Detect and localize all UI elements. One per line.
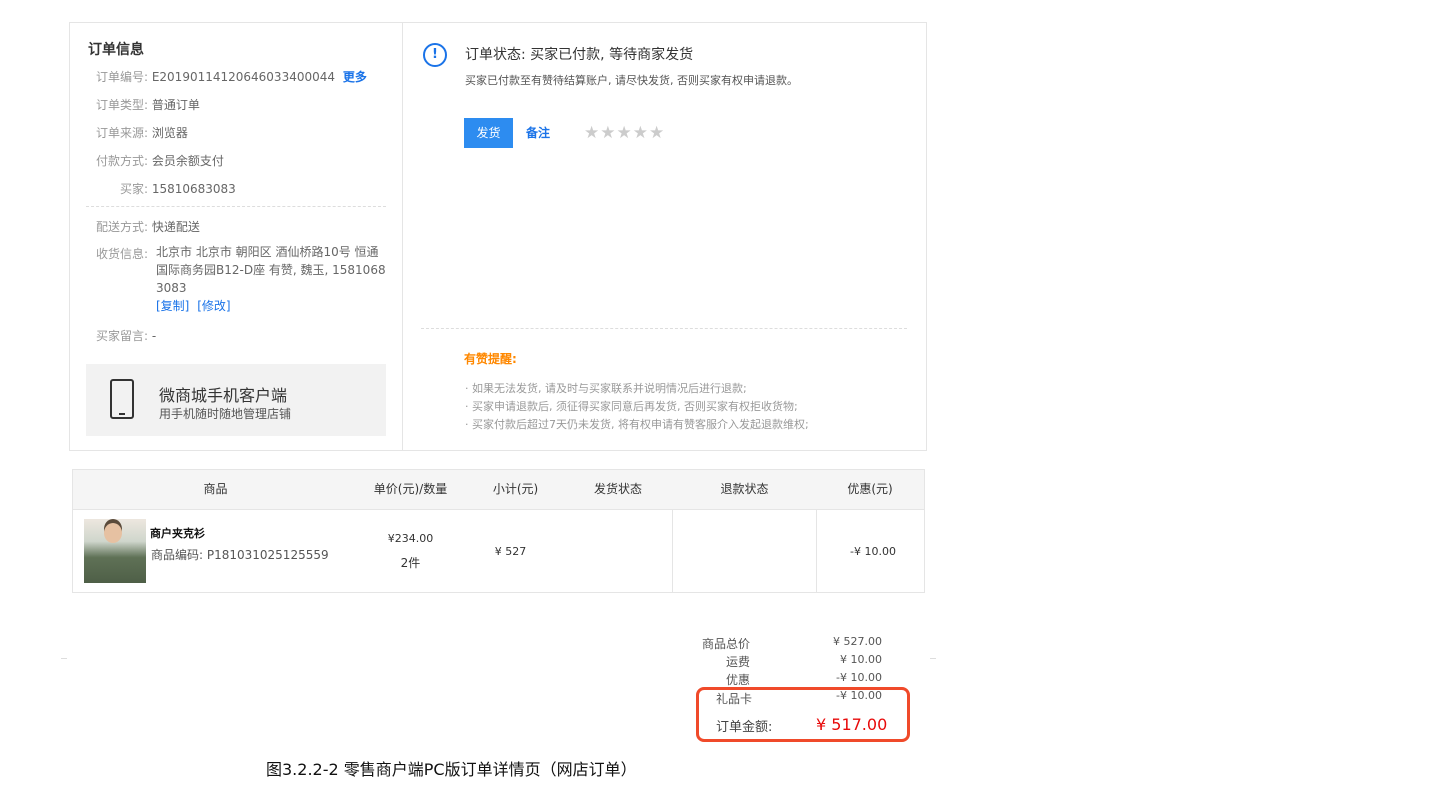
column-header-discount: 优惠(元) bbox=[847, 482, 893, 496]
delivery-method-label: 配送方式: bbox=[95, 220, 148, 234]
product-image[interactable] bbox=[84, 519, 146, 583]
column-header-refund-status: 退款状态 bbox=[720, 482, 769, 496]
note-link[interactable]: 备注 bbox=[526, 124, 550, 141]
star-icon[interactable]: ★ bbox=[633, 123, 649, 143]
order-detail-panel: 订单信息 订单编号: E20190114120646033400044 更多 订… bbox=[69, 22, 927, 451]
star-icon[interactable]: ★ bbox=[649, 123, 665, 143]
address-line: 3083 bbox=[156, 281, 187, 295]
unit-price: ¥234.00 bbox=[387, 532, 434, 545]
mobile-client-card[interactable]: 微商城手机客户端 用手机随时随地管理店铺 bbox=[86, 364, 386, 436]
summary-value-discount: -¥ 10.00 bbox=[836, 671, 882, 684]
column-header-ship-status: 发货状态 bbox=[593, 482, 642, 496]
divider bbox=[930, 658, 936, 659]
address-label-row: 收货信息: bbox=[88, 245, 148, 262]
order-info-column: 订单信息 订单编号: E20190114120646033400044 更多 订… bbox=[70, 23, 403, 450]
address-label: 收货信息: bbox=[95, 247, 148, 261]
order-type-row: 订单类型: 普通订单 bbox=[88, 96, 200, 113]
summary-label-shipping: 运费 bbox=[725, 655, 750, 669]
order-type-label: 订单类型: bbox=[95, 98, 148, 112]
star-icon[interactable]: ★ bbox=[617, 123, 633, 143]
summary-label-goods-total: 商品总价 bbox=[701, 637, 750, 651]
figure-caption: 图3.2.2-2 零售商户端PC版订单详情页（网店订单） bbox=[266, 760, 637, 779]
discount-value: -¥ 10.00 bbox=[850, 545, 896, 558]
phone-icon bbox=[110, 379, 134, 419]
buyer-label: 买家: bbox=[119, 182, 148, 196]
address-line: 北京市 北京市 朝阳区 酒仙桥路10号 恒通 bbox=[156, 245, 379, 259]
summary-value-goods-total: ¥ 527.00 bbox=[833, 635, 882, 648]
quantity: 2件 bbox=[400, 556, 421, 570]
mobile-client-title: 微商城手机客户端 bbox=[159, 386, 288, 405]
column-header-price-qty: 单价(元)/数量 bbox=[373, 482, 448, 496]
summary-label-discount: 优惠 bbox=[725, 673, 750, 687]
goods-table: 商品 单价(元)/数量 小计(元) 发货状态 退款状态 优惠(元) 商户夹克衫 … bbox=[72, 469, 925, 593]
table-header: 商品 单价(元)/数量 小计(元) 发货状态 退款状态 优惠(元) bbox=[73, 470, 924, 510]
buyer-row: 买家: 15810683083 bbox=[88, 180, 236, 197]
ship-button[interactable]: 发货 bbox=[464, 118, 513, 148]
divider bbox=[61, 658, 67, 659]
exclamation-circle-icon: ! bbox=[423, 43, 447, 67]
payment-method-label: 付款方式: bbox=[95, 154, 148, 168]
order-info-title: 订单信息 bbox=[88, 42, 144, 58]
address-line: 国际商务园B12-D座 有赞, 魏玉, 1581068 bbox=[156, 263, 386, 277]
payment-method-row: 付款方式: 会员余额支付 bbox=[88, 152, 224, 169]
payment-method-value: 会员余额支付 bbox=[151, 154, 224, 168]
more-link[interactable]: 更多 bbox=[343, 70, 367, 84]
order-total-label: 订单金额: bbox=[716, 720, 773, 735]
buyer-message-label: 买家留言: bbox=[95, 329, 148, 343]
order-source-row: 订单来源: 浏览器 bbox=[88, 124, 188, 141]
order-total-box: 订单金额: ¥ 517.00 bbox=[696, 687, 910, 742]
tip-item: · 买家付款后超过7天仍未发货, 将有权申请有赞客服介入发起退款维权; bbox=[465, 418, 809, 431]
order-status-title: 订单状态: 买家已付款, 等待商家发货 bbox=[465, 47, 694, 63]
order-number-row: 订单编号: E20190114120646033400044 更多 bbox=[88, 68, 367, 85]
buyer-message-value: - bbox=[151, 329, 157, 343]
star-icon[interactable]: ★ bbox=[600, 123, 616, 143]
tip-item: · 如果无法发货, 请及时与买家联系并说明情况后进行退款; bbox=[465, 382, 747, 395]
summary-value-shipping: ¥ 10.00 bbox=[840, 653, 882, 666]
delivery-method-value: 快递配送 bbox=[151, 220, 200, 234]
copy-address-link[interactable]: [复制] bbox=[156, 299, 189, 313]
tips-title: 有赞提醒: bbox=[464, 352, 517, 366]
tip-item: · 买家申请退款后, 须征得买家同意后再发货, 否则买家有权拒收货物; bbox=[465, 400, 798, 413]
product-name[interactable]: 商户夹克衫 bbox=[150, 525, 205, 541]
order-source-value: 浏览器 bbox=[151, 126, 188, 140]
order-status-description: 买家已付款至有赞待结算账户, 请尽快发货, 否则买家有权申请退款。 bbox=[465, 74, 798, 87]
column-header-subtotal: 小计(元) bbox=[492, 482, 539, 496]
buyer-value: 15810683083 bbox=[151, 182, 236, 196]
order-number-label: 订单编号: bbox=[95, 70, 148, 84]
star-rating[interactable]: ★★★★★ bbox=[584, 123, 665, 143]
buyer-message-row: 买家留言: - bbox=[88, 327, 156, 344]
address-block: 北京市 北京市 朝阳区 酒仙桥路10号 恒通 国际商务园B12-D座 有赞, 魏… bbox=[156, 243, 386, 315]
subtotal: ¥ 527 bbox=[494, 545, 527, 558]
column-header-goods: 商品 bbox=[203, 482, 228, 496]
order-total-value: ¥ 517.00 bbox=[816, 715, 888, 734]
product-code: 商品编码: P181031025125559 bbox=[151, 548, 329, 562]
edit-address-link[interactable]: [修改] bbox=[197, 299, 230, 313]
delivery-method-row: 配送方式: 快递配送 bbox=[88, 218, 200, 235]
star-icon[interactable]: ★ bbox=[584, 123, 600, 143]
order-source-label: 订单来源: bbox=[95, 126, 148, 140]
order-type-value: 普通订单 bbox=[151, 98, 200, 112]
mobile-client-subtitle: 用手机随时随地管理店铺 bbox=[159, 407, 292, 421]
divider bbox=[421, 328, 907, 329]
order-number-value: E20190114120646033400044 bbox=[151, 70, 336, 84]
order-status-column: ! 订单状态: 买家已付款, 等待商家发货 买家已付款至有赞待结算账户, 请尽快… bbox=[403, 23, 926, 450]
divider bbox=[86, 206, 386, 207]
